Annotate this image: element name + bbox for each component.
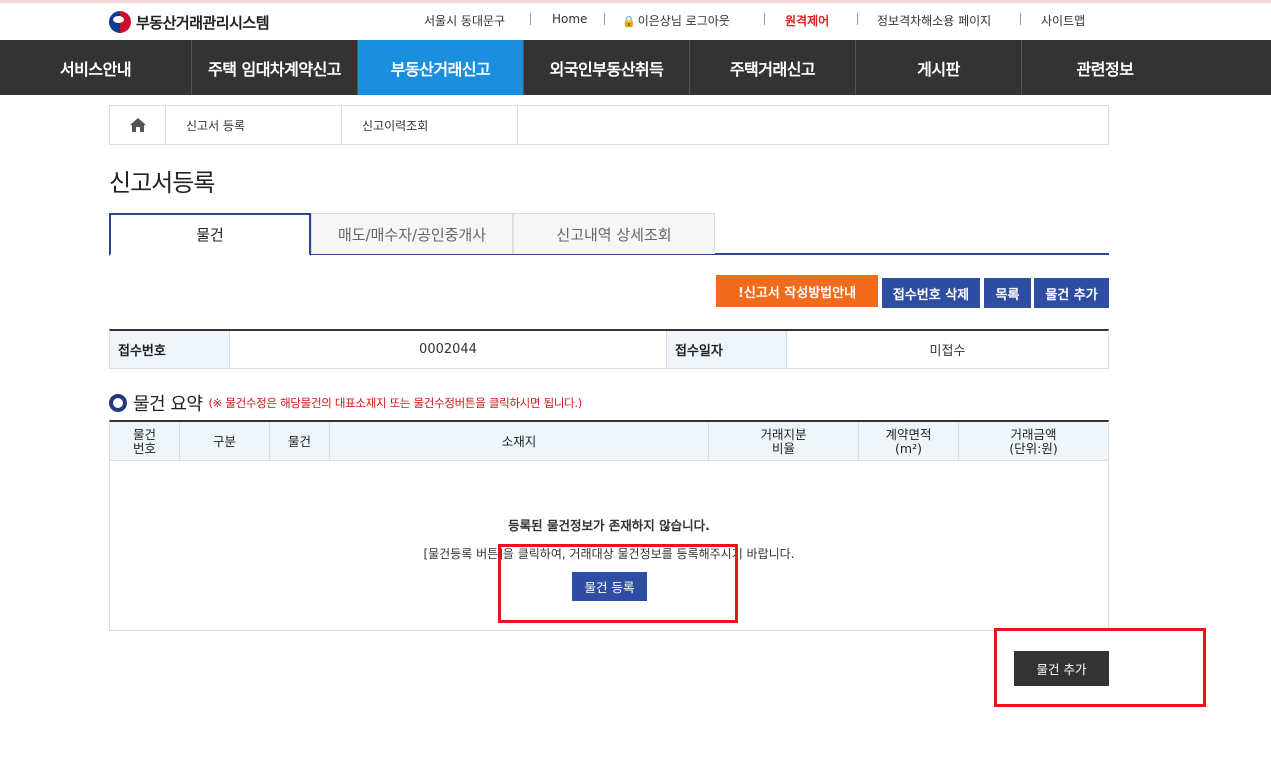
sitemap-link[interactable]: 사이트맵 bbox=[1041, 12, 1085, 29]
summary-title: 물건 요약 bbox=[133, 394, 203, 415]
nav-service-guide[interactable]: 서비스안내 bbox=[0, 40, 192, 95]
tab-item[interactable]: 물건 bbox=[109, 213, 311, 256]
nav-related-info[interactable]: 관련정보 bbox=[1022, 40, 1188, 95]
nav-rental-contract[interactable]: 주택 임대차계약신고 bbox=[192, 40, 358, 95]
col-price-label: 거래금액 (단위:원) bbox=[1009, 426, 1058, 456]
highlight-box-add bbox=[994, 628, 1206, 707]
util-divider bbox=[857, 13, 858, 25]
col-item-label: 물건 bbox=[287, 433, 311, 449]
receipt-date-value: 미접수 bbox=[929, 344, 966, 359]
highlight-box-register bbox=[498, 544, 738, 623]
tab-parties[interactable]: 매도/매수자/공인중개사 bbox=[311, 213, 513, 254]
taegeuk-logo-icon bbox=[109, 11, 131, 33]
nav-board[interactable]: 게시판 bbox=[856, 40, 1022, 95]
table-header: 물건 번호 구분 물건 소재지 거래지분 비율 계약면적 (m²) 거래금액 (… bbox=[110, 422, 1108, 461]
nav-housing-report[interactable]: 주택거래신고 bbox=[690, 40, 856, 95]
util-divider bbox=[764, 13, 765, 25]
remote-control-link[interactable]: 원격제어 bbox=[785, 12, 829, 29]
info-gap-page-link[interactable]: 정보격차해소용 페이지 bbox=[877, 12, 991, 29]
guide-button[interactable]: !신고서 작성방법안내 bbox=[716, 275, 878, 307]
logo-text: 부동산거래관리시스템 bbox=[136, 13, 270, 32]
empty-title: 등록된 물건정보가 존재하지 않습니다. bbox=[508, 518, 710, 533]
nav-foreigner-acquisition[interactable]: 외국인부동산취득 bbox=[524, 40, 690, 95]
col-contract-area: 계약면적 (m²) bbox=[859, 422, 959, 461]
logo[interactable]: 부동산거래관리시스템 bbox=[109, 11, 270, 33]
col-item-no-label: 물건 번호 bbox=[132, 426, 156, 456]
col-share-ratio-label: 거래지분 비율 bbox=[760, 426, 807, 456]
home-link[interactable]: Home bbox=[552, 12, 587, 26]
col-category-label: 구분 bbox=[212, 433, 236, 449]
col-share-ratio: 거래지분 비율 bbox=[709, 422, 859, 461]
summary-note: (※ 물건수정은 해당물건의 대표소재지 또는 물건수정버튼을 클릭하시면 됩니… bbox=[208, 396, 582, 410]
receipt-info-table: 접수번호 0002044 접수일자 미접수 bbox=[109, 329, 1109, 369]
receipt-date-label: 접수일자 bbox=[667, 331, 787, 368]
col-location: 소재지 bbox=[330, 422, 709, 461]
add-item-button[interactable]: 물건 추가 bbox=[1034, 278, 1109, 308]
logout-link[interactable]: 🔒 이은상님 로그아웃 bbox=[622, 12, 730, 29]
list-button[interactable]: 목록 bbox=[984, 278, 1031, 308]
crumb-report-history[interactable]: 신고이력조회 bbox=[342, 106, 518, 144]
logout-label: 이은상님 로그아웃 bbox=[637, 14, 730, 28]
col-price: 거래금액 (단위:원) bbox=[959, 422, 1108, 461]
home-icon[interactable] bbox=[110, 106, 166, 144]
col-item-no: 물건 번호 bbox=[110, 422, 180, 461]
col-item: 물건 bbox=[270, 422, 330, 461]
header: 부동산거래관리시스템 서울시 동대문구 Home 🔒 이은상님 로그아웃 원격제어… bbox=[0, 3, 1271, 40]
tab-bar: 물건 매도/매수자/공인중개사 신고내역 상세조회 bbox=[109, 213, 1109, 256]
bullet-circle-icon bbox=[109, 394, 127, 412]
delete-receipt-button[interactable]: 접수번호 삭제 bbox=[882, 278, 980, 308]
tab-detail-view[interactable]: 신고내역 상세조회 bbox=[513, 213, 715, 254]
util-divider bbox=[604, 13, 605, 25]
receipt-no-label: 접수번호 bbox=[110, 331, 230, 368]
col-category: 구분 bbox=[180, 422, 270, 461]
page-title: 신고서등록 bbox=[109, 169, 215, 197]
summary-heading: 물건 요약 (※ 물건수정은 해당물건의 대표소재지 또는 물건수정버튼을 클릭… bbox=[109, 390, 582, 416]
receipt-no-value: 0002044 bbox=[230, 331, 667, 368]
lock-icon: 🔒 bbox=[622, 15, 636, 28]
util-divider bbox=[530, 13, 531, 25]
col-contract-area-label: 계약면적 (m²) bbox=[885, 426, 932, 456]
nav-real-estate-report[interactable]: 부동산거래신고 bbox=[358, 40, 524, 95]
crumb-report-register[interactable]: 신고서 등록 bbox=[166, 106, 342, 144]
breadcrumb: 신고서 등록 신고이력조회 bbox=[109, 105, 1109, 145]
col-location-label: 소재지 bbox=[501, 433, 537, 449]
main-nav: 서비스안내 주택 임대차계약신고 부동산거래신고 외국인부동산취득 주택거래신고… bbox=[0, 40, 1271, 95]
util-divider bbox=[1020, 13, 1021, 25]
region-label: 서울시 동대문구 bbox=[424, 14, 506, 28]
